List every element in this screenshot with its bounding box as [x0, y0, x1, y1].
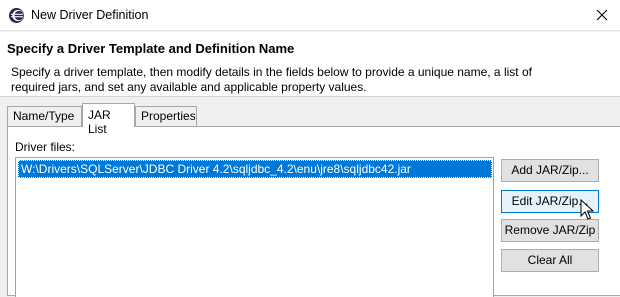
close-button[interactable] [586, 0, 620, 31]
driver-files-list[interactable]: W:\Drivers\SQLServer\JDBC Driver 4.2\sql… [15, 157, 494, 297]
remove-jar-button[interactable]: Remove JAR/Zip [501, 219, 599, 242]
tab-properties[interactable]: Properties [135, 106, 197, 126]
tab-label: Name/Type [13, 109, 75, 123]
window-title: New Driver Definition [31, 8, 149, 22]
title-bar: New Driver Definition [0, 0, 620, 31]
add-jar-button[interactable]: Add JAR/Zip... [501, 159, 599, 182]
tab-label: Properties [141, 109, 196, 123]
mouse-cursor-icon [580, 199, 594, 220]
tab-name-type[interactable]: Name/Type [7, 106, 82, 126]
close-icon [596, 9, 608, 21]
page-description: Specify a driver template, then modify d… [11, 65, 532, 94]
list-item[interactable]: W:\Drivers\SQLServer\JDBC Driver 4.2\sql… [18, 160, 492, 178]
wizard-header: Specify a Driver Template and Definition… [0, 32, 620, 97]
tab-jar-list[interactable]: JAR List [82, 103, 135, 136]
clear-all-button[interactable]: Clear All [501, 249, 599, 272]
page-title: Specify a Driver Template and Definition… [7, 41, 295, 56]
driver-files-label: Driver files: [15, 140, 76, 154]
eclipse-icon [8, 7, 25, 24]
